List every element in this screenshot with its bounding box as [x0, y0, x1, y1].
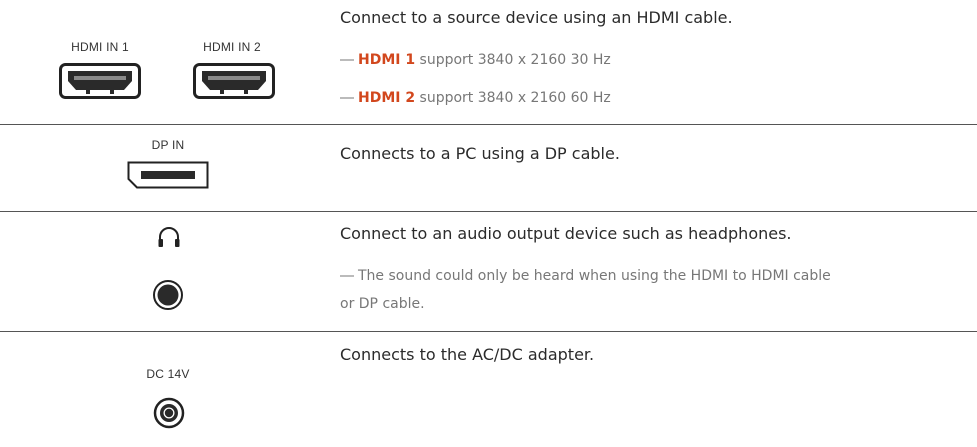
audio-jack-icon — [153, 280, 183, 310]
hdmi-in-1-label: HDMI IN 1 — [71, 40, 129, 54]
hdmi-1-note-text: support 3840 x 2160 30 Hz — [415, 52, 611, 68]
dc-power-jack-icon — [153, 397, 185, 429]
audio-note-line-2: or DP cable. — [340, 296, 425, 312]
note-mark: ― — [340, 52, 354, 68]
hdmi-port-icon — [193, 63, 275, 99]
dp-in-label: DP IN — [151, 138, 185, 152]
hdmi-in-2-label: HDMI IN 2 — [203, 40, 261, 54]
audio-description: Connect to an audio output device such a… — [340, 224, 792, 243]
hdmi-port-icon — [59, 63, 141, 99]
row-divider — [0, 124, 977, 125]
note-mark: ― — [340, 268, 354, 284]
audio-note: ― The sound could only be heard when usin… — [340, 262, 970, 318]
row-divider — [0, 331, 977, 332]
dc-description: Connects to the AC/DC adapter. — [340, 345, 595, 364]
hdmi-2-highlight: HDMI 2 — [358, 90, 416, 106]
note-mark: ― — [340, 90, 354, 106]
hdmi-1-note: ― HDMI 1 support 3840 x 2160 30 Hz — [340, 46, 611, 74]
hdmi-description: Connect to a source device using an HDMI… — [340, 8, 733, 27]
dc-14v-label: DC 14V — [146, 367, 190, 381]
audio-note-text-1: The sound could only be heard when using… — [358, 268, 831, 284]
displayport-icon — [127, 161, 209, 189]
hdmi-1-highlight: HDMI 1 — [358, 52, 416, 68]
audio-note-line-1: ― The sound could only be heard when usin… — [340, 262, 970, 290]
connection-table: HDMI IN 1 HDMI IN 2 Connect to a source … — [0, 0, 977, 447]
hdmi-2-note: ― HDMI 2 support 3840 x 2160 60 Hz — [340, 84, 611, 112]
dp-description: Connects to a PC using a DP cable. — [340, 144, 620, 163]
row-divider — [0, 211, 977, 212]
hdmi-2-note-text: support 3840 x 2160 60 Hz — [415, 90, 611, 106]
headphones-icon — [158, 227, 180, 247]
